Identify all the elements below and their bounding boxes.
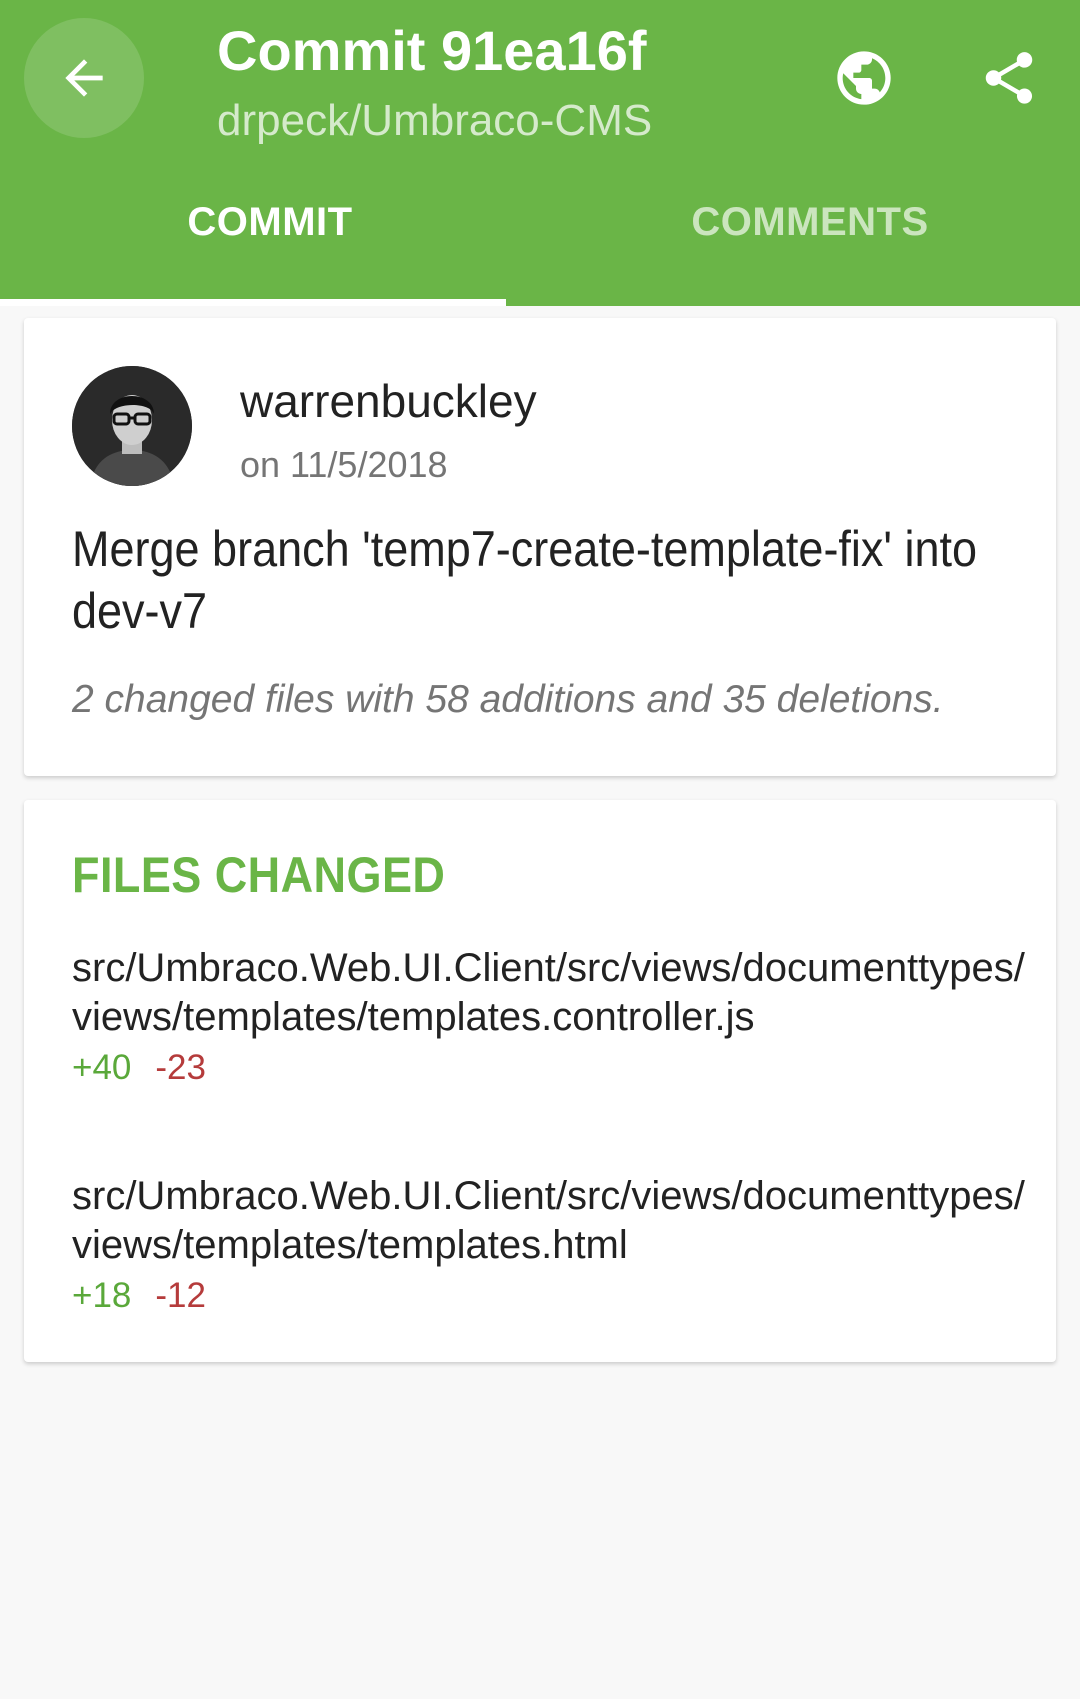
- files-changed-heading: FILES CHANGED: [72, 847, 446, 903]
- file-path: src/Umbraco.Web.UI.Client/src/views/docu…: [72, 1174, 1025, 1267]
- tab-comments[interactable]: COMMENTS: [540, 200, 1080, 306]
- arrow-left-icon: [65, 59, 103, 97]
- app-bar: Commit 91ea16f drpeck/Umbraco-CMS COMMIT…: [0, 0, 1080, 306]
- file-item[interactable]: src/Umbraco.Web.UI.Client/src/views/docu…: [72, 1172, 1032, 1316]
- file-additions: +18: [72, 1276, 132, 1315]
- file-additions: +40: [72, 1048, 132, 1087]
- repo-subtitle: drpeck/Umbraco-CMS: [217, 96, 653, 145]
- share-icon: [985, 52, 1033, 104]
- file-item[interactable]: src/Umbraco.Web.UI.Client/src/views/docu…: [72, 944, 1032, 1088]
- tab-indicator: [0, 299, 506, 306]
- globe-icon: [837, 51, 891, 105]
- file-stats: +40 -23: [72, 1048, 1032, 1088]
- commit-author[interactable]: warrenbuckley: [240, 374, 537, 428]
- avatar-image: [72, 366, 192, 486]
- commit-date: on 11/5/2018: [240, 444, 448, 485]
- avatar[interactable]: [72, 366, 192, 486]
- file-deletions: -23: [155, 1048, 206, 1087]
- file-deletions: -12: [155, 1276, 206, 1315]
- open-in-browser-button[interactable]: [830, 44, 898, 112]
- share-button[interactable]: [975, 44, 1043, 112]
- file-stats: +18 -12: [72, 1276, 1032, 1316]
- file-path: src/Umbraco.Web.UI.Client/src/views/docu…: [72, 946, 1025, 1039]
- page-title: Commit 91ea16f: [217, 19, 647, 82]
- commit-message: Merge branch 'temp7-create-template-fix'…: [72, 521, 978, 639]
- files-changed-card: FILES CHANGED src/Umbraco.Web.UI.Client/…: [24, 800, 1056, 1362]
- commit-stats: 2 changed files with 58 additions and 35…: [72, 678, 944, 721]
- back-button[interactable]: [24, 18, 144, 138]
- tab-commit[interactable]: COMMIT: [0, 200, 540, 306]
- commit-card: warrenbuckley on 11/5/2018 Merge branch …: [24, 318, 1056, 776]
